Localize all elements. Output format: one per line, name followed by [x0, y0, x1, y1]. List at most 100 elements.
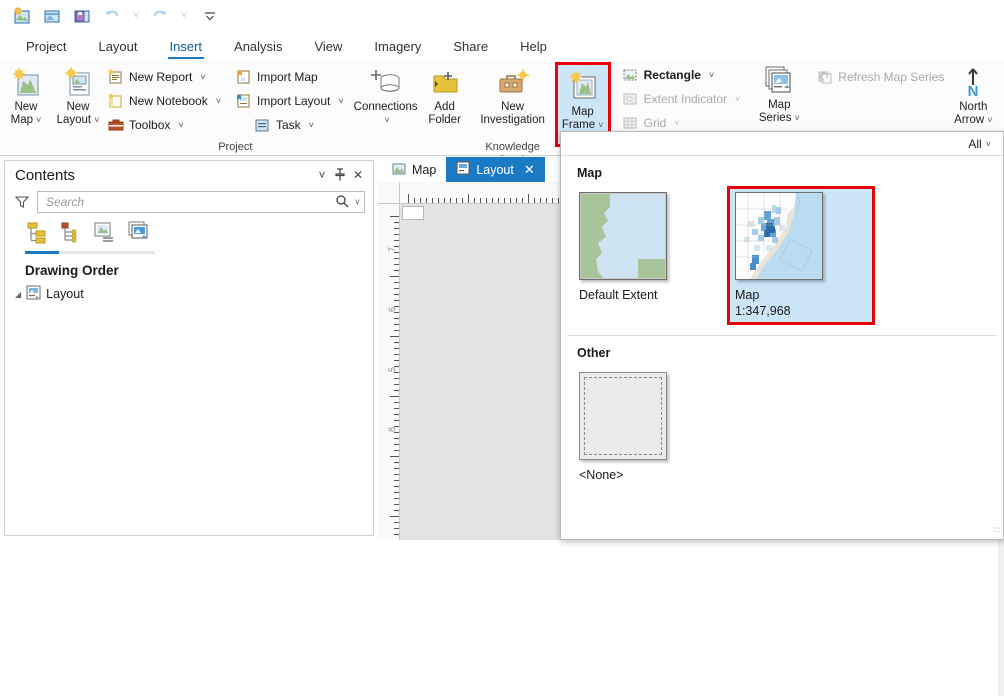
north-arrow-caret[interactable]: ˅ — [987, 115, 992, 125]
project-small-column-2: Import Map Import Layout ˅ Task ˅ — [232, 63, 347, 137]
gallery-item-map[interactable]: Map 1:347,968 — [727, 186, 875, 325]
open-project-icon[interactable] — [38, 3, 66, 29]
toolbox-icon — [107, 117, 124, 134]
new-project-icon[interactable] — [8, 3, 36, 29]
new-notebook-button[interactable]: New Notebook ˅ — [104, 89, 224, 113]
list-by-snapping-icon[interactable] — [127, 220, 151, 247]
map-frame-icon — [566, 69, 600, 106]
toolbox-caret[interactable]: ˅ — [178, 120, 183, 130]
connections-label: Connections ˅ — [354, 101, 418, 126]
ruler-corner[interactable] — [378, 182, 400, 204]
page-corner-handle[interactable] — [402, 206, 424, 220]
import-map-button[interactable]: Import Map — [232, 65, 347, 89]
new-investigation-button[interactable]: New Investigation — [471, 63, 555, 126]
gallery-item-map-caption: Map — [735, 288, 760, 302]
connections-caret[interactable]: ˅ — [384, 115, 389, 125]
extent-indicator-caret[interactable]: ˅ — [735, 94, 740, 104]
new-report-caret[interactable]: ˅ — [200, 72, 205, 82]
contents-tree-item-layout[interactable]: ◢ Layout — [5, 278, 373, 303]
map-series-label-line1: Map — [768, 99, 791, 111]
gallery-filter-caret[interactable]: ˅ — [986, 139, 991, 149]
pin-icon[interactable] — [331, 166, 349, 184]
save-project-icon[interactable] — [68, 3, 96, 29]
new-map-label: New Map ˅ — [11, 101, 42, 126]
close-icon[interactable]: ✕ — [349, 166, 367, 184]
new-notebook-caret[interactable]: ˅ — [216, 96, 221, 106]
view-tab-layout[interactable]: Layout ✕ — [446, 157, 545, 182]
new-investigation-label: New Investigation — [480, 101, 545, 126]
map-series-button[interactable]: Map Series ˅ — [753, 61, 805, 124]
task-caret[interactable]: ˅ — [309, 120, 314, 130]
new-map-label-line2: Map — [10, 113, 34, 126]
search-options-caret[interactable]: ˅ — [355, 197, 360, 207]
gallery-item-none[interactable]: <None> — [571, 366, 719, 489]
ribbon-tab-share[interactable]: Share — [437, 37, 504, 59]
new-report-button[interactable]: New Report ˅ — [104, 65, 224, 89]
connections-button[interactable]: Connections ˅ — [353, 63, 419, 126]
refresh-map-series-label: Refresh Map Series — [838, 70, 945, 84]
search-icon[interactable] — [335, 194, 349, 211]
north-arrow-icon: N — [958, 65, 988, 99]
default-extent-thumb — [579, 192, 667, 280]
import-map-label: Import Map — [256, 70, 318, 84]
ribbon-tab-help[interactable]: Help — [504, 37, 563, 59]
rectangle-button[interactable]: Rectangle ˅ — [619, 63, 744, 87]
grid-caret[interactable]: ˅ — [674, 118, 679, 128]
contents-pane-title: Contents — [15, 166, 76, 184]
new-map-caret[interactable]: ˅ — [36, 115, 41, 125]
view-tab-map[interactable]: Map — [382, 158, 446, 182]
grid-label: Grid — [643, 116, 667, 130]
ribbon-tab-insert[interactable]: Insert — [154, 37, 219, 59]
list-by-selection-icon[interactable] — [93, 220, 117, 247]
north-arrow-button[interactable]: N North Arrow ˅ — [947, 63, 999, 126]
ribbon-tab-imagery[interactable]: Imagery — [358, 37, 437, 59]
redo-dropdown-caret[interactable]: ˅ — [176, 3, 192, 29]
view-tab-close-icon[interactable]: ✕ — [524, 162, 535, 178]
new-layout-label-line2: Layout — [56, 113, 92, 126]
filter-icon[interactable] — [13, 193, 31, 211]
import-layout-caret[interactable]: ˅ — [338, 96, 343, 106]
map-series-label-line2: Series — [758, 111, 792, 124]
gallery-filter-label[interactable]: All — [968, 137, 981, 151]
new-layout-icon — [62, 65, 94, 99]
gallery-item-map-scale: 1:347,968 — [735, 304, 791, 318]
map-frame-caret[interactable]: ˅ — [598, 120, 603, 130]
scale-bar-button[interactable]: 0 5 10 Scale Bar˅ — [999, 63, 1004, 128]
task-button[interactable]: Task ˅ — [232, 113, 347, 137]
ribbon-tab-layout[interactable]: Layout — [82, 37, 153, 59]
customize-quick-access-caret[interactable] — [202, 3, 218, 29]
undo-icon[interactable] — [98, 3, 126, 29]
layout-tab-icon — [456, 161, 470, 178]
gallery-item-default-extent[interactable]: Default Extent — [571, 186, 719, 325]
add-folder-label-line2: Folder — [428, 113, 461, 126]
map-thumb — [735, 192, 823, 280]
toolbox-button[interactable]: Toolbox ˅ — [104, 113, 224, 137]
pane-menu-caret[interactable]: ˅ — [313, 166, 331, 184]
vertical-ruler[interactable] — [378, 204, 400, 540]
map-tab-icon — [392, 162, 406, 179]
ribbon-tab-project[interactable]: Project — [10, 37, 82, 59]
extent-indicator-button[interactable]: Extent Indicator ˅ — [619, 87, 744, 111]
list-by-drawing-order-icon[interactable] — [25, 220, 49, 247]
new-layout-button[interactable]: New Layout ˅ — [52, 63, 104, 126]
search-input[interactable]: Search ˅ — [37, 191, 365, 213]
add-folder-button[interactable]: Add Folder — [419, 63, 471, 126]
contents-view-buttons — [5, 215, 373, 251]
gallery-resize-grip[interactable]: ∷ — [994, 525, 1000, 536]
new-layout-caret[interactable]: ˅ — [94, 115, 99, 125]
expander-triangle-icon[interactable]: ◢ — [15, 290, 21, 299]
rectangle-caret[interactable]: ˅ — [709, 70, 714, 80]
ribbon-tab-view[interactable]: View — [298, 37, 358, 59]
undo-dropdown-caret[interactable]: ˅ — [128, 3, 144, 29]
list-by-data-source-icon[interactable] — [59, 220, 83, 247]
ribbon-tab-analysis[interactable]: Analysis — [218, 37, 298, 59]
map-series-caret[interactable]: ˅ — [794, 113, 799, 123]
refresh-map-series-button[interactable]: Refresh Map Series — [813, 65, 947, 89]
redo-icon[interactable] — [146, 3, 174, 29]
contents-pane-header: Contents ˅ ✕ — [5, 161, 373, 189]
import-layout-button[interactable]: Import Layout ˅ — [232, 89, 347, 113]
new-map-button[interactable]: New Map ˅ — [0, 63, 52, 126]
view-tab-layout-label: Layout — [476, 162, 514, 177]
extent-indicator-label: Extent Indicator — [643, 92, 728, 106]
new-investigation-label-line1: New — [501, 101, 525, 113]
